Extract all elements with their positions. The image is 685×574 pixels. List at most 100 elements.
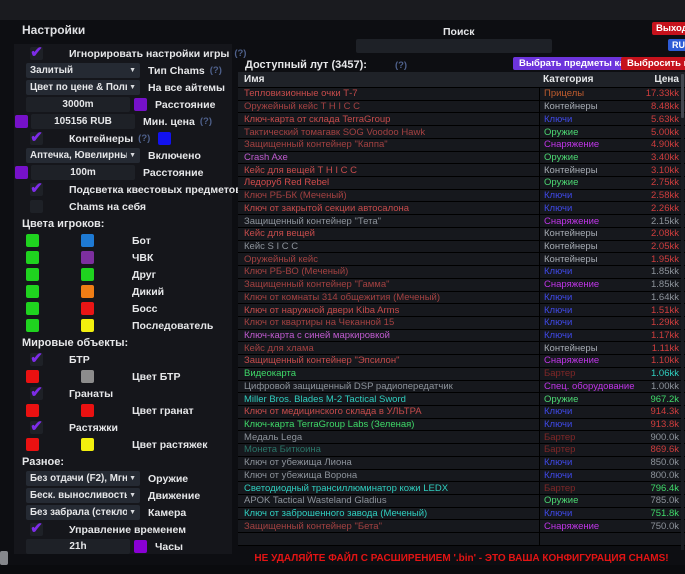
table-row[interactable]: Монета БиткоинаБартер869.6k — [238, 444, 685, 457]
value-input[interactable]: 3000m — [26, 97, 130, 112]
table-row[interactable]: Кейс S I C CКонтейнеры2.05kk — [238, 241, 685, 254]
color-swatch-secondary[interactable] — [81, 438, 94, 451]
table-row[interactable]: Защищенный контейнер "Бета"Снаряжение750… — [238, 520, 685, 533]
color-swatch-secondary[interactable] — [81, 234, 94, 247]
item-category: Ключи — [539, 202, 639, 214]
table-row[interactable]: APOK Tactical Wasteland GladiusОружие785… — [238, 495, 685, 508]
checkbox[interactable]: ✔ — [30, 353, 43, 366]
table-row[interactable]: Ключ от заброшенного завода (Меченый)Клю… — [238, 508, 685, 521]
table-row[interactable]: Тепловизионные очки Т-7Прицелы17.33kk — [238, 88, 685, 101]
table-row[interactable] — [238, 533, 685, 546]
color-swatch-primary[interactable] — [26, 404, 39, 417]
color-swatch[interactable] — [134, 98, 147, 111]
color-label: Последователь — [132, 320, 213, 332]
table-row[interactable]: Оружейный кейсКонтейнеры1.95kk — [238, 253, 685, 266]
dropdown-select[interactable]: Беск. выносливость и нет уста▼ — [26, 488, 140, 503]
settings-row: 100mРасстояние — [14, 164, 232, 181]
search-input[interactable] — [356, 39, 552, 53]
table-row[interactable]: Ключ от закрытой секции автосалонаКлючи2… — [238, 202, 685, 215]
color-swatch[interactable] — [134, 540, 147, 553]
table-row[interactable]: Защищенный контейнер "Тета"Снаряжение2.1… — [238, 215, 685, 228]
value-input[interactable]: 21h — [26, 539, 130, 554]
table-row[interactable]: Защищенный контейнер "Гамма"Снаряжение1.… — [238, 279, 685, 292]
table-row[interactable]: Защищенный контейнер "Эпсилон"Снаряжение… — [238, 355, 685, 368]
color-swatch-primary[interactable] — [26, 234, 39, 247]
drop-all-button[interactable]: Выбросить все — [621, 57, 685, 70]
table-row[interactable]: Защищенный контейнер "Каппа"Снаряжение4.… — [238, 139, 685, 152]
color-swatch-primary[interactable] — [26, 268, 39, 281]
color-swatch-primary[interactable] — [26, 285, 39, 298]
window-titlebar[interactable] — [0, 0, 685, 20]
color-swatch-primary[interactable] — [26, 251, 39, 264]
color-swatch[interactable] — [15, 166, 28, 179]
table-row[interactable]: Светодиодный трансиллюминатор кожи LEDXБ… — [238, 482, 685, 495]
column-header-name[interactable]: Имя — [238, 74, 539, 85]
table-row[interactable]: Ключ от комнаты 314 общежития (Меченый)К… — [238, 292, 685, 305]
color-swatch-secondary[interactable] — [81, 251, 94, 264]
checkbox[interactable]: ✔ — [30, 132, 43, 145]
help-icon[interactable]: (?) — [200, 116, 212, 127]
checkbox[interactable]: ✔ — [30, 523, 43, 536]
table-scrollbar-track[interactable] — [681, 73, 684, 550]
color-swatch[interactable] — [158, 132, 171, 145]
table-row[interactable]: Ключ РБ-ВО (Меченый)Ключи1.85kk — [238, 266, 685, 279]
checkbox[interactable]: ✔ — [30, 183, 43, 196]
setting-label: Игнорировать настройки игры — [69, 48, 229, 60]
table-row[interactable]: Ключ-карта с синей маркировкойКлючи1.17k… — [238, 330, 685, 343]
checkbox[interactable]: ✔ — [30, 387, 43, 400]
table-scrollbar-thumb[interactable] — [681, 74, 684, 118]
value-input[interactable]: 105156 RUB — [31, 114, 135, 129]
dropdown-select[interactable]: Без отдачи (F2), Мгновенное п▼ — [26, 471, 140, 486]
table-row[interactable]: Crash AxeОружие3.40kk — [238, 152, 685, 165]
language-button[interactable]: RU — [668, 39, 685, 51]
table-row[interactable]: Кейс для хламаКонтейнеры1.11kk — [238, 342, 685, 355]
table-row[interactable]: Ключ-карта TerraGroup Labs (Зеленая)Ключ… — [238, 419, 685, 432]
color-swatch-primary[interactable] — [26, 438, 39, 451]
dropdown-select[interactable]: Цвет по цене & Пользователь▼ — [26, 80, 140, 95]
table-row[interactable]: ВидеокартаБартер1.06kk — [238, 368, 685, 381]
value-input[interactable]: 100m — [31, 165, 135, 180]
color-swatch-secondary[interactable] — [81, 268, 94, 281]
color-swatch-secondary[interactable] — [81, 319, 94, 332]
table-row[interactable]: Ключ-карта от склада TerraGroupКлючи5.63… — [238, 113, 685, 126]
help-icon[interactable]: (?) — [138, 133, 150, 144]
table-row[interactable]: Ключ РБ-БК (Меченый)Ключи2.58kk — [238, 190, 685, 203]
table-row[interactable]: Ключ от убежища ВоронаКлючи800.0k — [238, 470, 685, 483]
checkbox[interactable]: ✔ — [30, 421, 43, 434]
table-row[interactable]: Miller Bros. Blades M-2 Tactical SwordОр… — [238, 393, 685, 406]
exit-button[interactable]: Выход — [652, 22, 685, 35]
color-swatch-primary[interactable] — [26, 319, 39, 332]
color-swatch-primary[interactable] — [26, 302, 39, 315]
help-icon[interactable]: (?) — [234, 48, 246, 59]
help-icon[interactable]: (?) — [210, 65, 222, 76]
table-row[interactable]: Ключ от медицинского склада в УЛЬТРАКлюч… — [238, 406, 685, 419]
color-swatch-secondary[interactable] — [81, 285, 94, 298]
checkbox[interactable]: ✔ — [30, 47, 43, 60]
color-swatch[interactable] — [15, 115, 28, 128]
color-swatch-secondary[interactable] — [81, 370, 94, 383]
left-edge-scroll-notch[interactable] — [0, 551, 8, 565]
checkbox[interactable] — [30, 200, 43, 213]
dropdown-select[interactable]: Залитый▼ — [26, 63, 140, 78]
table-row[interactable]: Кейс для вещей T H I C CКонтейнеры3.10kk — [238, 164, 685, 177]
column-header-price[interactable]: Цена — [639, 74, 685, 85]
table-row[interactable]: Ключ от квартиры на Чеканной 15Ключи1.29… — [238, 317, 685, 330]
item-name: Защищенный контейнер "Гамма" — [238, 279, 539, 290]
dropdown-select[interactable]: Без забрала (стекло шлема)▼ — [26, 505, 140, 520]
table-row[interactable]: Ключ от убежища ЛионаКлючи850.0k — [238, 457, 685, 470]
settings-row: 21hЧасы — [14, 538, 232, 555]
table-row[interactable]: Медаль LegaБартер900.0k — [238, 431, 685, 444]
table-row[interactable]: Ключ от наружной двери Kiba ArmsКлючи1.5… — [238, 304, 685, 317]
table-row[interactable]: Оружейный кейс T H I C CКонтейнеры8.48kk — [238, 101, 685, 114]
table-row[interactable]: Ледоруб Red RebelОружие2.75kk — [238, 177, 685, 190]
table-row[interactable]: Тактический томагавк SOG Voodoo HawkОруж… — [238, 126, 685, 139]
color-swatch-secondary[interactable] — [81, 302, 94, 315]
color-swatch-primary[interactable] — [26, 370, 39, 383]
dropdown-select[interactable]: Аптечка, Ювелирные и...▼ — [26, 148, 140, 163]
table-row[interactable]: Цифровой защищенный DSP радиопередатчикС… — [238, 381, 685, 394]
item-category: Ключи — [539, 292, 639, 304]
column-header-category[interactable]: Категория — [539, 72, 639, 87]
color-swatch-secondary[interactable] — [81, 404, 94, 417]
table-row[interactable]: Кейс для вещейКонтейнеры2.08kk — [238, 228, 685, 241]
loot-help-icon[interactable]: (?) — [395, 60, 407, 71]
